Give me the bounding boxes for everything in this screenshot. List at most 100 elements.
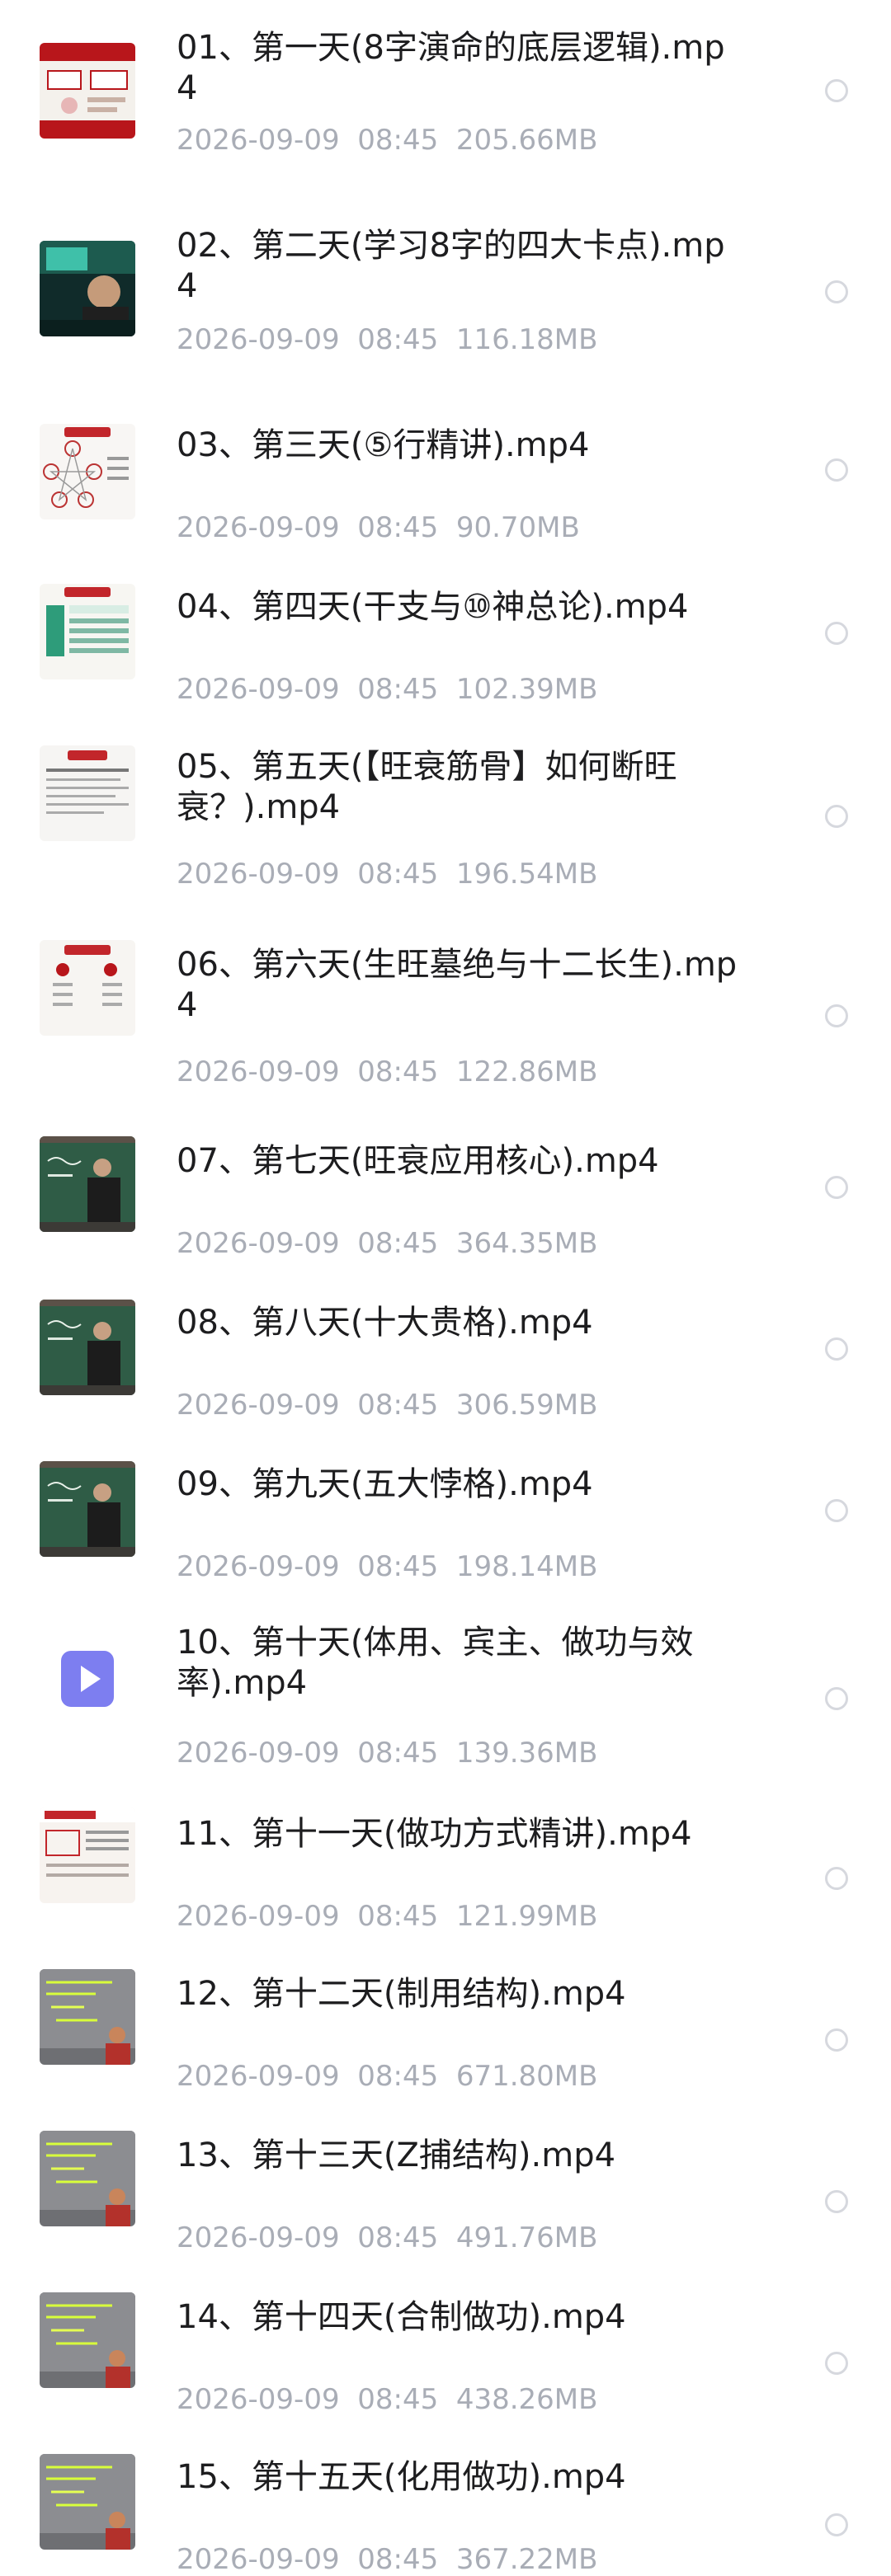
- file-time: 08:45: [357, 2060, 439, 2093]
- file-size: 438.26MB: [455, 2383, 598, 2416]
- file-name: 12、第十二天(制用结构).mp4: [177, 1975, 626, 2013]
- video-thumbnail: [40, 1807, 135, 1903]
- file-date: 2026-09-09: [177, 2543, 340, 2576]
- video-thumbnail: [40, 745, 135, 841]
- file-name: 04、第四天(干支与⑩神总论).mp4: [177, 588, 689, 626]
- video-thumbnail: [40, 940, 135, 1036]
- file-size: 205.66MB: [455, 124, 598, 157]
- file-meta: 2026-09-09 08:45 367.22MB: [177, 2543, 597, 2576]
- video-thumbnail: [40, 2131, 135, 2226]
- file-size: 122.86MB: [455, 1055, 598, 1088]
- select-radio[interactable]: [825, 1867, 848, 1890]
- select-radio[interactable]: [825, 622, 848, 645]
- video-thumbnail: [40, 1461, 135, 1557]
- file-name: 11、第十一天(做功方式精讲).mp4: [177, 1815, 692, 1853]
- select-radio[interactable]: [825, 1687, 848, 1710]
- video-thumbnail: [40, 2292, 135, 2388]
- video-thumbnail: [40, 1969, 135, 2065]
- file-meta: 2026-09-09 08:45 198.14MB: [177, 1550, 597, 1583]
- file-size: 139.36MB: [455, 1737, 598, 1770]
- file-size: 121.99MB: [455, 1900, 598, 1933]
- file-time: 08:45: [357, 1227, 439, 1260]
- file-time: 08:45: [357, 1389, 439, 1422]
- file-size: 90.70MB: [455, 511, 580, 544]
- select-radio[interactable]: [825, 2190, 848, 2213]
- select-radio[interactable]: [825, 805, 848, 828]
- file-time: 08:45: [357, 1900, 439, 1933]
- video-thumbnail: [40, 241, 135, 336]
- file-name: 10、第十天(体用、宾主、做功与效率).mp4: [177, 1624, 694, 1702]
- file-size: 671.80MB: [455, 2060, 598, 2093]
- file-size: 364.35MB: [455, 1227, 598, 1260]
- file-name: 02、第二天(学习8字的四大卡点).mp4: [177, 227, 725, 305]
- file-size: 116.18MB: [455, 323, 598, 356]
- file-meta: 2026-09-09 08:45 438.26MB: [177, 2383, 597, 2416]
- file-date: 2026-09-09: [177, 323, 340, 356]
- select-radio[interactable]: [825, 1499, 848, 1522]
- select-radio[interactable]: [825, 2028, 848, 2052]
- file-date: 2026-09-09: [177, 1389, 340, 1422]
- select-radio[interactable]: [825, 1004, 848, 1027]
- file-date: 2026-09-09: [177, 1737, 340, 1770]
- file-meta: 2026-09-09 08:45 122.86MB: [177, 1055, 597, 1088]
- file-meta: 2026-09-09 08:45 121.99MB: [177, 1900, 597, 1933]
- file-name: 06、第六天(生旺墓绝与十二长生).mp4: [177, 946, 738, 1024]
- video-thumbnail: [40, 584, 135, 679]
- file-name: 09、第九天(五大悖格).mp4: [177, 1465, 593, 1503]
- file-meta: 2026-09-09 08:45 671.80MB: [177, 2060, 597, 2093]
- file-time: 08:45: [357, 1737, 439, 1770]
- file-date: 2026-09-09: [177, 2060, 340, 2093]
- file-time: 08:45: [357, 2221, 439, 2254]
- select-radio[interactable]: [825, 2352, 848, 2375]
- file-meta: 2026-09-09 08:45 364.35MB: [177, 1227, 597, 1260]
- file-time: 08:45: [357, 1550, 439, 1583]
- select-radio[interactable]: [825, 1337, 848, 1361]
- select-radio[interactable]: [825, 2513, 848, 2536]
- select-radio[interactable]: [825, 280, 848, 303]
- file-time: 08:45: [357, 124, 439, 157]
- select-radio[interactable]: [825, 79, 848, 102]
- file-size: 367.22MB: [455, 2543, 598, 2576]
- file-size: 491.76MB: [455, 2221, 598, 2254]
- file-name: 03、第三天(⑤行精讲).mp4: [177, 426, 590, 464]
- file-meta: 2026-09-09 08:45 102.39MB: [177, 673, 597, 706]
- file-time: 08:45: [357, 323, 439, 356]
- file-meta: 2026-09-09 08:45 139.36MB: [177, 1737, 597, 1770]
- file-name: 05、第五天(【旺衰筋骨】如何断旺衰？).mp4: [177, 748, 677, 826]
- file-date: 2026-09-09: [177, 124, 340, 157]
- file-date: 2026-09-09: [177, 511, 340, 544]
- file-size: 102.39MB: [455, 673, 598, 706]
- file-meta: 2026-09-09 08:45 90.70MB: [177, 511, 580, 544]
- file-name: 01、第一天(8字演命的底层逻辑).mp4: [177, 29, 725, 107]
- file-name: 13、第十三天(Z捕结构).mp4: [177, 2136, 616, 2174]
- select-radio[interactable]: [825, 1176, 848, 1199]
- file-date: 2026-09-09: [177, 858, 340, 891]
- file-meta: 2026-09-09 08:45 196.54MB: [177, 858, 597, 891]
- file-name: 14、第十四天(合制做功).mp4: [177, 2298, 626, 2336]
- video-thumbnail: [40, 2454, 135, 2550]
- file-date: 2026-09-09: [177, 2221, 340, 2254]
- video-thumbnail: [40, 1136, 135, 1232]
- file-size: 196.54MB: [455, 858, 598, 891]
- file-time: 08:45: [357, 673, 439, 706]
- video-file-icon: [40, 1631, 135, 1727]
- file-date: 2026-09-09: [177, 1227, 340, 1260]
- video-thumbnail: [40, 1300, 135, 1395]
- file-time: 08:45: [357, 858, 439, 891]
- file-time: 08:45: [357, 2543, 439, 2576]
- file-time: 08:45: [357, 2383, 439, 2416]
- file-name: 08、第八天(十大贵格).mp4: [177, 1304, 593, 1342]
- file-size: 198.14MB: [455, 1550, 598, 1583]
- video-thumbnail: [40, 43, 135, 139]
- file-meta: 2026-09-09 08:45 116.18MB: [177, 323, 597, 356]
- file-date: 2026-09-09: [177, 1550, 340, 1583]
- video-thumbnail: [40, 424, 135, 519]
- select-radio[interactable]: [825, 458, 848, 482]
- file-meta: 2026-09-09 08:45 491.76MB: [177, 2221, 597, 2254]
- file-time: 08:45: [357, 511, 439, 544]
- file-name: 15、第十五天(化用做功).mp4: [177, 2458, 626, 2496]
- file-time: 08:45: [357, 1055, 439, 1088]
- file-meta: 2026-09-09 08:45 205.66MB: [177, 124, 597, 157]
- file-date: 2026-09-09: [177, 673, 340, 706]
- file-date: 2026-09-09: [177, 2383, 340, 2416]
